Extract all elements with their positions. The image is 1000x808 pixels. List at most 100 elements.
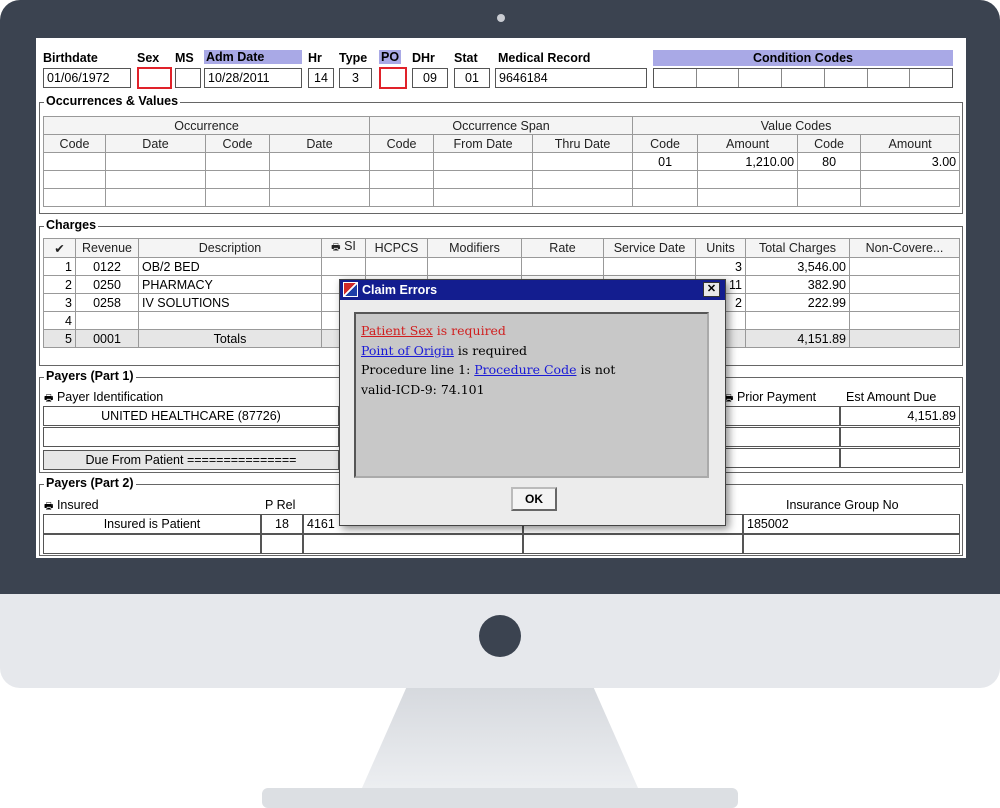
adm-date-field[interactable]: 10/28/2011 <box>204 68 302 88</box>
total-charges-cell[interactable] <box>745 311 850 330</box>
table-cell[interactable] <box>521 257 604 276</box>
insured-field[interactable]: Insured is Patient <box>43 514 261 534</box>
condition-code-cell[interactable] <box>697 69 740 87</box>
table-cell[interactable] <box>433 188 534 207</box>
table-cell[interactable] <box>369 152 435 171</box>
condition-code-cell[interactable] <box>910 69 952 87</box>
table-cell[interactable] <box>369 188 435 207</box>
table-cell[interactable] <box>603 257 696 276</box>
table-cell[interactable] <box>105 170 206 189</box>
table-cell[interactable] <box>268 188 371 207</box>
value-amount-cell[interactable]: 1,210.00 <box>697 152 799 171</box>
p-rel-field[interactable]: 18 <box>261 514 303 534</box>
table-cell[interactable] <box>532 152 634 171</box>
description-cell[interactable] <box>138 311 322 330</box>
condition-code-cell[interactable] <box>868 69 911 87</box>
table-cell[interactable] <box>369 170 435 189</box>
table-cell[interactable] <box>532 170 634 189</box>
condition-code-cell[interactable] <box>654 69 697 87</box>
est-amount-due-field[interactable]: 4,151.89 <box>840 406 960 426</box>
table-cell[interactable] <box>433 152 534 171</box>
revenue-cell[interactable]: 0122 <box>75 257 139 276</box>
table-cell[interactable] <box>532 188 634 207</box>
column-header: Revenue <box>75 238 139 258</box>
insurance-group-no-field[interactable] <box>743 534 960 554</box>
ok-button[interactable]: OK <box>511 487 557 511</box>
table-cell[interactable] <box>860 188 961 207</box>
est-amount-due-field[interactable] <box>840 427 960 447</box>
table-cell[interactable] <box>697 188 799 207</box>
type-field[interactable]: 3 <box>339 68 372 88</box>
dialog-titlebar[interactable]: Claim Errors ✕ <box>340 280 725 300</box>
value-code-cell[interactable]: 01 <box>632 152 699 171</box>
table-cell[interactable] <box>205 152 270 171</box>
revenue-cell[interactable]: 0250 <box>75 275 139 294</box>
table-cell[interactable] <box>205 188 270 207</box>
units-cell[interactable]: 3 <box>695 257 746 276</box>
dhr-field[interactable]: 09 <box>412 68 448 88</box>
table-cell[interactable] <box>433 170 534 189</box>
claim-form-screen: Birthdate Sex MS Adm Date Hr Type PO DHr… <box>36 38 966 558</box>
condition-codes-row[interactable] <box>653 68 953 88</box>
condition-code-cell[interactable] <box>739 69 783 87</box>
table-cell[interactable] <box>860 170 961 189</box>
table-cell[interactable] <box>105 188 206 207</box>
table-cell[interactable] <box>797 170 862 189</box>
table-cell[interactable] <box>849 275 960 294</box>
table-cell[interactable] <box>849 311 960 330</box>
table-cell[interactable] <box>43 152 106 171</box>
point-of-origin-link[interactable]: Point of Origin <box>361 343 454 358</box>
procedure-code-link[interactable]: Procedure Code <box>474 362 576 377</box>
table-cell[interactable] <box>427 257 522 276</box>
birthdate-field[interactable]: 01/06/1972 <box>43 68 131 88</box>
insured-id-field[interactable] <box>303 534 523 554</box>
insured-field[interactable] <box>43 534 261 554</box>
po-field[interactable] <box>379 67 407 89</box>
hr-field[interactable]: 14 <box>308 68 334 88</box>
payer-identification-field[interactable]: UNITED HEALTHCARE (87726) <box>43 406 339 426</box>
p-rel-field[interactable] <box>261 534 303 554</box>
insurance-group-no-field[interactable]: 185002 <box>743 514 960 534</box>
table-cell[interactable] <box>849 293 960 312</box>
revenue-cell[interactable]: 0258 <box>75 293 139 312</box>
payer-identification-field[interactable] <box>43 427 339 447</box>
table-cell[interactable] <box>268 152 371 171</box>
medical-record-field[interactable]: 9646184 <box>495 68 647 88</box>
prior-payment-field[interactable] <box>724 427 840 447</box>
table-row[interactable]: 1 0122 OB/2 BED 3 3,546.00 <box>43 257 960 276</box>
value-code-cell[interactable]: 80 <box>797 152 862 171</box>
patient-sex-link[interactable]: Patient Sex <box>361 323 433 338</box>
table-cell[interactable] <box>697 170 799 189</box>
table-cell[interactable] <box>205 170 270 189</box>
total-charges-cell[interactable]: 3,546.00 <box>745 257 850 276</box>
total-charges-cell[interactable]: 382.90 <box>745 275 850 294</box>
ms-field[interactable] <box>175 68 201 88</box>
table-cell[interactable] <box>632 188 699 207</box>
table-cell[interactable] <box>105 152 206 171</box>
table-cell[interactable] <box>43 170 106 189</box>
prior-payment-field[interactable] <box>724 448 840 468</box>
close-icon[interactable]: ✕ <box>703 282 720 297</box>
prior-payment-field[interactable] <box>724 406 840 426</box>
description-cell[interactable]: OB/2 BED <box>138 257 322 276</box>
insured-group-name-field[interactable] <box>523 534 743 554</box>
table-cell[interactable] <box>268 170 371 189</box>
table-cell[interactable] <box>797 188 862 207</box>
table-cell[interactable] <box>365 257 428 276</box>
value-amount-cell[interactable]: 3.00 <box>860 152 961 171</box>
stat-field[interactable]: 01 <box>454 68 490 88</box>
condition-code-cell[interactable] <box>825 69 868 87</box>
table-cell[interactable] <box>43 188 106 207</box>
sex-field[interactable] <box>137 67 172 89</box>
condition-code-cell[interactable] <box>782 69 825 87</box>
table-cell[interactable] <box>849 257 960 276</box>
description-cell[interactable]: PHARMACY <box>138 275 322 294</box>
est-amount-due-field[interactable] <box>840 448 960 468</box>
table-cell[interactable] <box>632 170 699 189</box>
table-cell[interactable] <box>321 257 366 276</box>
revenue-cell[interactable] <box>75 311 139 330</box>
due-from-patient-field: Due From Patient =============== <box>43 450 339 470</box>
description-cell[interactable]: IV SOLUTIONS <box>138 293 322 312</box>
select-all-checkbox[interactable]: ✔ <box>43 238 76 258</box>
total-charges-cell[interactable]: 222.99 <box>745 293 850 312</box>
